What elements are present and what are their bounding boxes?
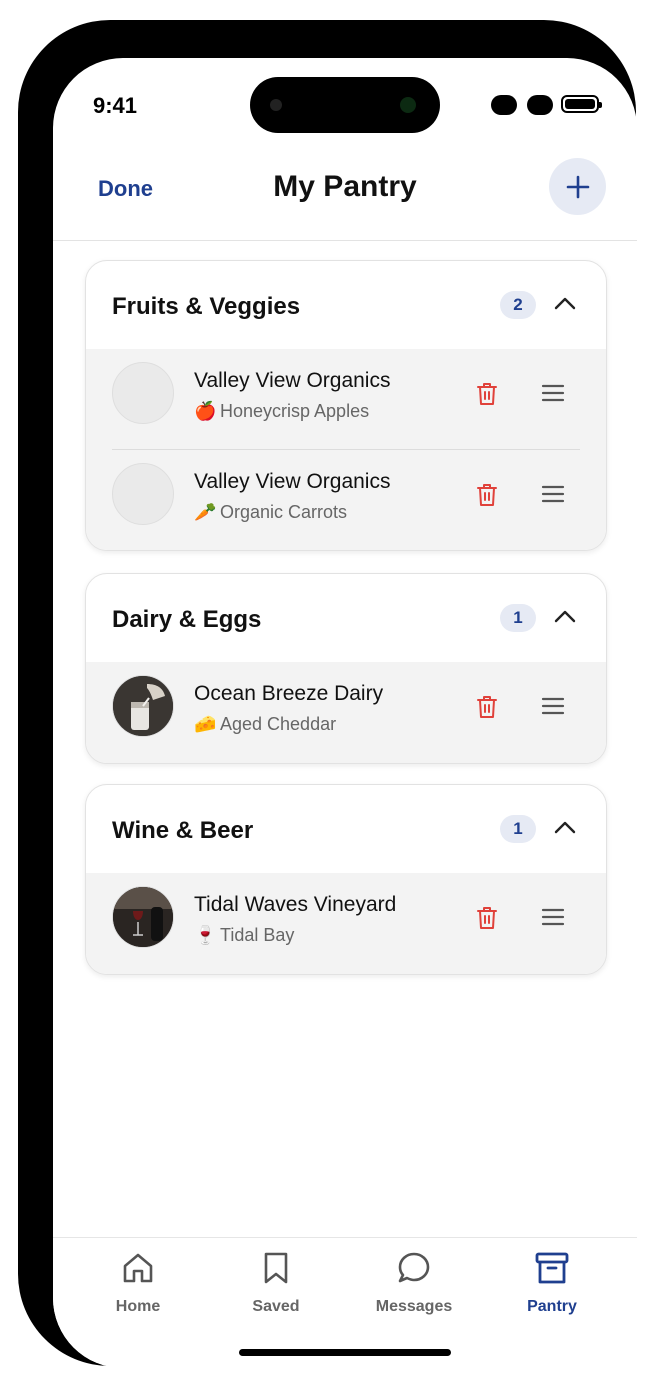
list-item[interactable]: Ocean Breeze Dairy 🧀 Aged Cheddar bbox=[112, 662, 580, 763]
trash-icon[interactable] bbox=[476, 905, 498, 931]
product-line: 🍎 Honeycrisp Apples bbox=[194, 401, 369, 422]
product-name: Organic Carrots bbox=[220, 502, 348, 522]
chat-bubble-icon bbox=[398, 1252, 430, 1283]
app-screen: 9:41 Done My Pantry Fruits & Veggies 2 V… bbox=[53, 58, 637, 1368]
nav-header: Done My Pantry bbox=[53, 148, 637, 241]
tab-pantry[interactable]: Pantry bbox=[492, 1238, 612, 1328]
avatar bbox=[112, 463, 174, 525]
section-header[interactable]: Dairy & Eggs 1 bbox=[86, 574, 606, 662]
list-item[interactable]: Tidal Waves Vineyard 🍷 Tidal Bay bbox=[112, 873, 580, 974]
list-item[interactable]: Valley View Organics 🥕 Organic Carrots bbox=[112, 449, 580, 550]
tab-home[interactable]: Home bbox=[78, 1238, 198, 1328]
battery-icon bbox=[561, 95, 602, 113]
list-item[interactable]: Valley View Organics 🍎 Honeycrisp Apples bbox=[112, 349, 580, 449]
product-name: Tidal Bay bbox=[220, 925, 295, 945]
section-items: Ocean Breeze Dairy 🧀 Aged Cheddar bbox=[86, 662, 606, 763]
vendor-name: Valley View Organics bbox=[194, 470, 391, 493]
product-line: 🥕 Organic Carrots bbox=[194, 502, 347, 523]
wifi-icon bbox=[527, 95, 553, 115]
product-line: 🍷 Tidal Bay bbox=[194, 925, 294, 946]
product-emoji: 🧀 bbox=[194, 714, 217, 734]
section-header[interactable]: Wine & Beer 1 bbox=[86, 785, 606, 873]
vendor-name: Valley View Organics bbox=[194, 369, 391, 392]
tab-saved[interactable]: Saved bbox=[216, 1238, 336, 1328]
product-name: Aged Cheddar bbox=[220, 714, 337, 734]
drag-handle-icon[interactable] bbox=[541, 907, 565, 927]
product-name: Honeycrisp Apples bbox=[220, 401, 370, 421]
avatar bbox=[112, 362, 174, 424]
chevron-up-icon[interactable] bbox=[554, 819, 576, 835]
section-header[interactable]: Fruits & Veggies 2 bbox=[86, 261, 606, 349]
section-title: Dairy & Eggs bbox=[112, 606, 262, 633]
signal-icon bbox=[491, 95, 517, 115]
drag-handle-icon[interactable] bbox=[541, 696, 565, 716]
product-emoji: 🍷 bbox=[194, 925, 217, 945]
camera-dot bbox=[270, 99, 282, 111]
section-items: Valley View Organics 🍎 Honeycrisp Apples … bbox=[86, 349, 606, 550]
section-title: Wine & Beer bbox=[112, 817, 254, 844]
section-card-fruits-veggies: Fruits & Veggies 2 Valley View Organics … bbox=[85, 260, 607, 551]
section-card-dairy-eggs: Dairy & Eggs 1 Ocean Breeze Dairy 🧀 Aged… bbox=[85, 573, 607, 764]
avatar bbox=[112, 675, 174, 737]
dynamic-island bbox=[250, 77, 440, 133]
phone-frame: 9:41 Done My Pantry Fruits & Veggies 2 V… bbox=[18, 20, 637, 1368]
product-emoji: 🥕 bbox=[194, 502, 217, 522]
vendor-name: Tidal Waves Vineyard bbox=[194, 893, 397, 916]
add-button[interactable] bbox=[549, 158, 606, 215]
status-time: 9:41 bbox=[93, 93, 138, 118]
section-title: Fruits & Veggies bbox=[112, 293, 301, 320]
chevron-up-icon[interactable] bbox=[554, 608, 576, 624]
section-items: Tidal Waves Vineyard 🍷 Tidal Bay bbox=[86, 873, 606, 974]
tab-label: Pantry bbox=[527, 1298, 577, 1315]
section-card-wine-beer: Wine & Beer 1 Tidal Waves Vineyard 🍷 Tid… bbox=[85, 784, 607, 975]
vendor-name: Ocean Breeze Dairy bbox=[194, 682, 384, 705]
home-icon bbox=[123, 1253, 153, 1283]
milk-photo bbox=[113, 676, 173, 736]
tab-label: Saved bbox=[252, 1298, 300, 1315]
chevron-up-icon[interactable] bbox=[554, 295, 576, 311]
count-badge: 2 bbox=[500, 291, 536, 319]
avatar bbox=[112, 886, 174, 948]
plus-icon bbox=[566, 175, 590, 199]
product-line: 🧀 Aged Cheddar bbox=[194, 714, 336, 735]
trash-icon[interactable] bbox=[476, 694, 498, 720]
tab-label: Messages bbox=[375, 1298, 453, 1315]
trash-icon[interactable] bbox=[476, 482, 498, 508]
home-indicator bbox=[239, 1349, 451, 1356]
tab-messages[interactable]: Messages bbox=[354, 1238, 474, 1328]
count-badge: 1 bbox=[500, 815, 536, 843]
wine-photo bbox=[113, 887, 173, 947]
count-badge: 1 bbox=[500, 604, 536, 632]
archive-box-icon bbox=[535, 1252, 569, 1284]
tab-label: Home bbox=[115, 1298, 161, 1315]
bookmark-icon bbox=[264, 1252, 288, 1284]
trash-icon[interactable] bbox=[476, 381, 498, 407]
product-emoji: 🍎 bbox=[194, 401, 217, 421]
drag-handle-icon[interactable] bbox=[541, 383, 565, 403]
sensor-dot bbox=[400, 97, 416, 113]
drag-handle-icon[interactable] bbox=[541, 484, 565, 504]
